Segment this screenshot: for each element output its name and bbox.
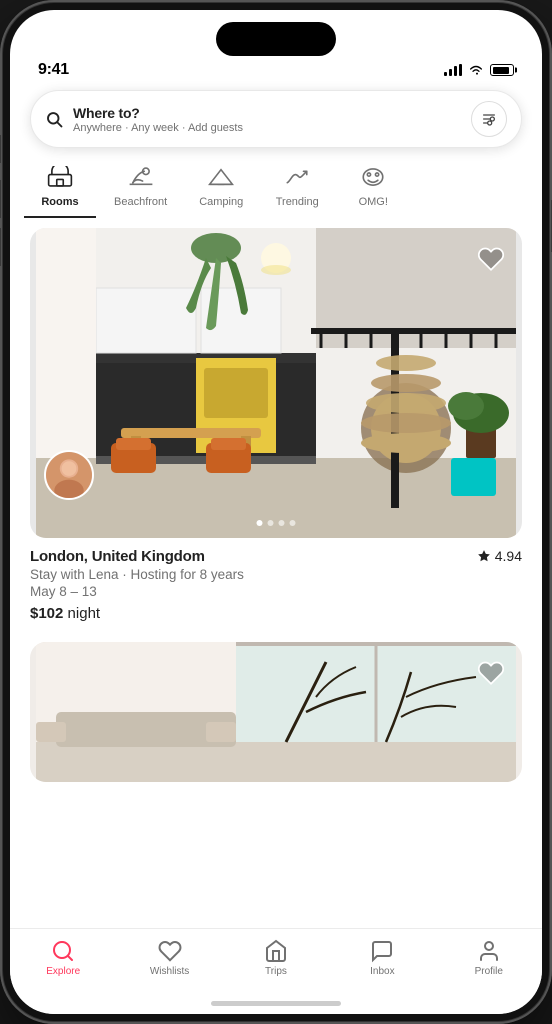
- listing-dates: May 8 – 13: [30, 584, 522, 599]
- trips-icon: [264, 939, 288, 963]
- tab-camping-label: Camping: [199, 196, 243, 208]
- battery-icon: [490, 64, 514, 76]
- listing-price: $102 night: [30, 605, 522, 622]
- phone-shell: 9:41: [0, 0, 552, 1024]
- nav-trips-label: Trips: [265, 966, 287, 977]
- tab-trending-label: Trending: [276, 196, 319, 208]
- nav-profile[interactable]: Profile: [457, 939, 521, 977]
- explore-icon: [51, 939, 75, 963]
- nav-wishlists[interactable]: Wishlists: [138, 939, 202, 977]
- home-indicator: [211, 1001, 341, 1006]
- main-scroll[interactable]: London, United Kingdom 4.94 Stay with Le…: [10, 218, 542, 1014]
- tab-rooms-label: Rooms: [41, 196, 78, 208]
- status-time: 9:41: [38, 61, 69, 79]
- nav-profile-label: Profile: [475, 966, 503, 977]
- tab-omg[interactable]: OMG!: [337, 160, 409, 218]
- search-main-text: Where to?: [73, 105, 243, 121]
- tab-beachfront[interactable]: Beachfront: [100, 160, 181, 218]
- dot-1: [257, 520, 263, 526]
- dot-4: [290, 520, 296, 526]
- listing-location: London, United Kingdom: [30, 548, 205, 565]
- listing-image[interactable]: [30, 228, 522, 538]
- star-icon: [477, 549, 491, 563]
- nav-inbox-label: Inbox: [370, 966, 394, 977]
- dot-2: [268, 520, 274, 526]
- room-image: [30, 228, 522, 538]
- tab-rooms[interactable]: Rooms: [24, 160, 96, 218]
- host-avatar[interactable]: [44, 450, 94, 500]
- nav-trips[interactable]: Trips: [244, 939, 308, 977]
- nav-wishlists-label: Wishlists: [150, 966, 189, 977]
- category-tabs: Rooms Beachfront: [10, 152, 542, 218]
- listing-2-image: [30, 642, 522, 782]
- search-sub-text: Anywhere · Any week · Add guests: [73, 122, 243, 134]
- search-icon: [45, 110, 63, 128]
- listing-card-2-preview[interactable]: [30, 642, 522, 782]
- volume-up-button[interactable]: [0, 180, 1, 218]
- trending-icon: [284, 166, 310, 192]
- profile-icon: [477, 939, 501, 963]
- dot-3: [279, 520, 285, 526]
- search-section: Where to? Anywhere · Any week · Add gues…: [10, 82, 542, 152]
- beachfront-icon: [128, 166, 154, 192]
- tab-trending[interactable]: Trending: [261, 160, 333, 218]
- signal-icon: [444, 64, 462, 76]
- rating-value: 4.94: [495, 548, 522, 564]
- tab-camping[interactable]: Camping: [185, 160, 257, 218]
- wishlist-heart-button[interactable]: [474, 242, 508, 276]
- tab-beachfront-label: Beachfront: [114, 196, 167, 208]
- wishlist-heart-button-2[interactable]: [474, 656, 508, 690]
- price-unit: night: [68, 605, 101, 622]
- status-icons: [444, 64, 514, 76]
- nav-explore[interactable]: Explore: [31, 939, 95, 977]
- omg-icon: [360, 166, 386, 192]
- filter-button[interactable]: [471, 101, 507, 137]
- volume-down-button[interactable]: [0, 228, 1, 266]
- listing-info: London, United Kingdom 4.94 Stay with Le…: [30, 538, 522, 626]
- nav-explore-label: Explore: [46, 966, 80, 977]
- rooms-icon: [47, 166, 73, 192]
- host-avatar-image: [46, 452, 92, 498]
- nav-inbox[interactable]: Inbox: [350, 939, 414, 977]
- dynamic-island: [216, 22, 336, 56]
- price-amount: $102: [30, 605, 63, 622]
- camping-icon: [208, 166, 234, 192]
- wifi-icon: [468, 64, 484, 76]
- listing-host: Stay with Lena · Hosting for 8 years: [30, 567, 522, 582]
- phone-screen: 9:41: [10, 10, 542, 1014]
- mute-button[interactable]: [0, 135, 1, 163]
- listing-card-1[interactable]: London, United Kingdom 4.94 Stay with Le…: [30, 228, 522, 626]
- listing-rating: 4.94: [477, 548, 522, 564]
- inbox-icon: [370, 939, 394, 963]
- image-dots: [257, 520, 296, 526]
- tab-omg-label: OMG!: [359, 196, 388, 208]
- wishlists-icon: [158, 939, 182, 963]
- search-bar[interactable]: Where to? Anywhere · Any week · Add gues…: [30, 90, 522, 148]
